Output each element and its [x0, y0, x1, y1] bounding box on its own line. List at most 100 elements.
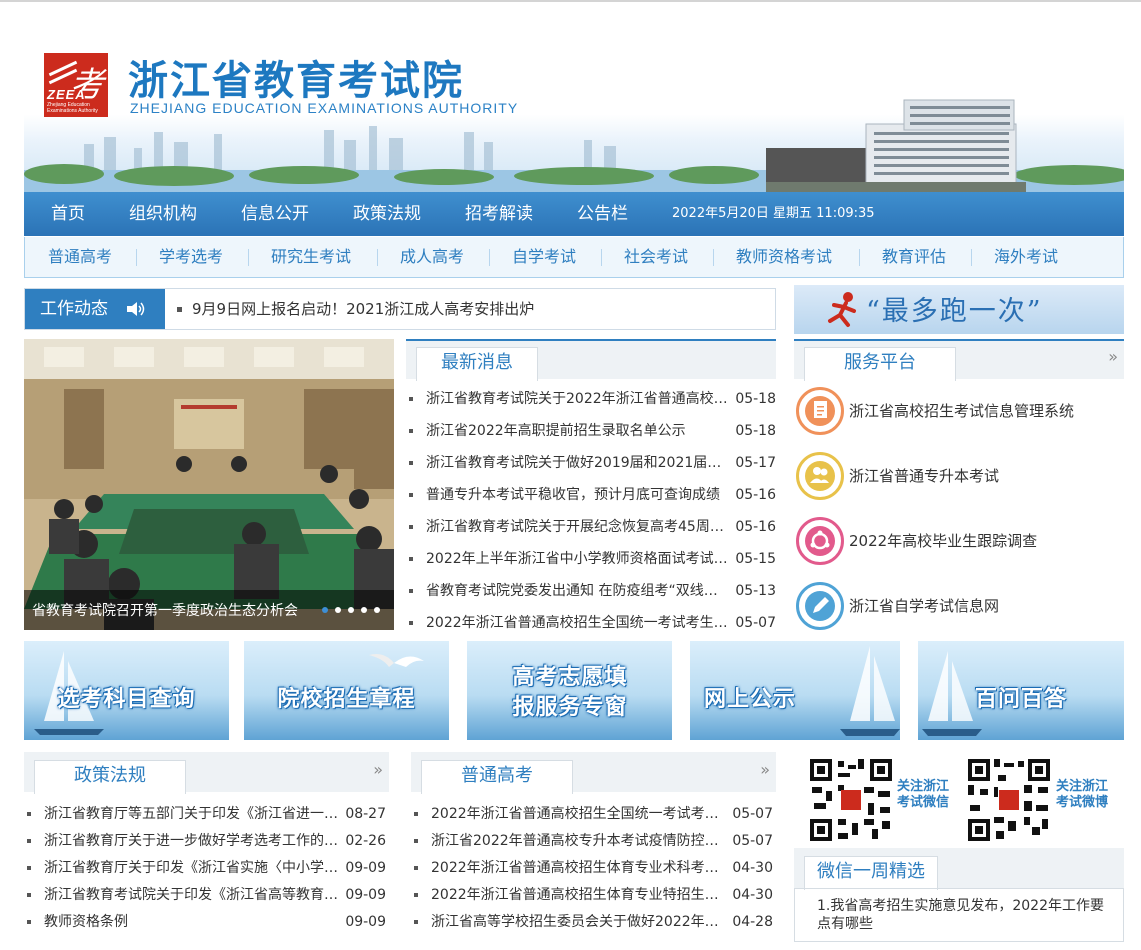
- gaokao-title-link[interactable]: 浙江省高等学校招生委员会关于做好2022年普通高校招生工作的通知: [431, 912, 727, 932]
- nav-policy[interactable]: 政策法规: [353, 192, 421, 236]
- news-date: 05-16: [735, 487, 776, 503]
- bullet: [409, 589, 413, 593]
- policy-title-link[interactable]: 浙江省教育厅等五部门关于印发《浙江省进一步加强中小学生作业管理》的通知: [44, 804, 340, 824]
- gaokao-title-link[interactable]: 2022年浙江省普通高校招生体育专业术科考试安排: [431, 858, 727, 878]
- photo-carousel[interactable]: 省教育考试院召开第一季度政治生态分析会: [24, 339, 394, 630]
- weekly-pick-link[interactable]: 1.我省高考招生实施意见发布，2022年工作要点有哪些: [817, 897, 1117, 933]
- list-item[interactable]: 普通专升本考试平稳收官，预计月底可查询成绩 05-16: [406, 485, 776, 505]
- policy-date: 02-26: [345, 833, 386, 849]
- policy-title-link[interactable]: 浙江省教育厅关于印发《浙江省实施〈中小学教师资格考试〉办法》的通知: [44, 858, 340, 878]
- ticker-link[interactable]: 9月9日网上报名启动！2021浙江成人高考安排出炉: [177, 289, 534, 329]
- list-item[interactable]: 浙江省教育厅关于进一步做好学考选考工作的通知 02-26: [24, 831, 386, 851]
- list-item[interactable]: 浙江省2022年高职提前招生录取名单公示 05-18: [406, 421, 776, 441]
- more-icon[interactable]: »: [373, 760, 383, 779]
- news-date: 05-15: [735, 551, 776, 567]
- carousel-dot[interactable]: [335, 607, 341, 613]
- service-label: 浙江省普通专升本考试: [849, 467, 1000, 485]
- nav-home[interactable]: 首页: [51, 192, 85, 236]
- policy-title[interactable]: 政策法规: [34, 760, 186, 794]
- subnav-gaokao[interactable]: 普通高考: [48, 237, 112, 277]
- service-item-admission-system[interactable]: 浙江省高校招生考试信息管理系统: [794, 382, 1124, 442]
- nav-admission-guide[interactable]: 招考解读: [465, 192, 533, 236]
- list-item[interactable]: 2022年浙江省普通高校招生体育专业特招生专项测试 04-30: [411, 885, 773, 905]
- list-item[interactable]: 教师资格条例 09-09: [24, 912, 386, 932]
- list-item[interactable]: 浙江省教育考试院关于2022年浙江省普通高校招生考试有关工作的通知 05-18: [406, 389, 776, 409]
- service-item-upgrade-exam[interactable]: 浙江省普通专升本考试: [794, 447, 1124, 507]
- gaokao-title-link[interactable]: 2022年浙江省普通高校招生体育专业特招生专项测试: [431, 885, 727, 905]
- subnav-social[interactable]: 社会考试: [624, 237, 688, 277]
- more-icon[interactable]: »: [760, 760, 770, 779]
- carousel-dot[interactable]: [348, 607, 354, 613]
- service-platform-title[interactable]: 服务平台: [804, 347, 956, 381]
- gaokao-title-link[interactable]: 浙江省2022年普通高校专升本考试疫情防控考生须知: [431, 831, 727, 851]
- news-title[interactable]: 普通专升本考试平稳收官，预计月底可查询成绩: [426, 485, 730, 505]
- main-nav: 首页 组织机构 信息公开 政策法规 招考解读 公告栏 2022年5月20日 星期…: [24, 192, 1124, 236]
- subnav-teacher[interactable]: 教师资格考试: [736, 237, 832, 277]
- feature-admission-charter[interactable]: 院校招生章程: [244, 641, 449, 740]
- news-title[interactable]: 浙江省教育考试院关于2022年浙江省普通高校招生考试有关工作的通知: [426, 389, 730, 409]
- users-icon: [796, 452, 844, 500]
- gaokao-title-link[interactable]: 2022年浙江省普通高校招生全国统一考试考生须知: [431, 804, 727, 824]
- list-item[interactable]: 2022年浙江省普通高校招生体育专业术科考试安排 04-30: [411, 858, 773, 878]
- service-item-graduate-survey[interactable]: 2022年高校毕业生跟踪调查: [794, 512, 1124, 572]
- list-item[interactable]: 2022年浙江省普通高校招生全国统一考试考生须知 05-07: [411, 804, 773, 824]
- photo-caption[interactable]: 省教育考试院召开第一季度政治生态分析会: [32, 600, 312, 620]
- skyline-illustration: [24, 99, 1124, 192]
- carousel-dot-active[interactable]: [322, 607, 328, 613]
- news-title[interactable]: 省教育考试院党委发出通知 在防疫组考“双线作战”中: [426, 581, 730, 601]
- bullet: [27, 866, 31, 870]
- feature-label: 网上公示: [703, 687, 796, 712]
- policy-title-link[interactable]: 浙江省教育考试院关于印发《浙江省高等教育自学考试管理》的通知: [44, 885, 340, 905]
- feature-label: 高考志愿填报服务专窗: [512, 665, 628, 720]
- list-item[interactable]: 浙江省教育考试院关于开展纪念恢复高考45周年活动的通知 05-16: [406, 517, 776, 537]
- news-date: 05-18: [735, 423, 776, 439]
- nav-notice-board[interactable]: 公告栏: [577, 192, 628, 236]
- more-icon[interactable]: »: [1108, 347, 1118, 366]
- list-item[interactable]: 2022年浙江省普通高校招生全国统一考试考生须知 05-07: [406, 613, 776, 633]
- list-item[interactable]: 2022年上半年浙江省中小学教师资格面试考试有关事项 05-15: [406, 549, 776, 569]
- service-platform-header: 服务平台 »: [794, 339, 1124, 381]
- weekly-picks-header: 微信一周精选: [794, 848, 1124, 890]
- policy-title-link[interactable]: 浙江省教育厅关于进一步做好学考选考工作的通知: [44, 831, 340, 851]
- latest-news-title[interactable]: 最新消息: [416, 347, 538, 381]
- most-run-banner[interactable]: “最多跑一次”: [794, 285, 1124, 334]
- carousel-dot[interactable]: [374, 607, 380, 613]
- news-title[interactable]: 浙江省教育考试院关于做好2019届和2021届毕业生跟踪调查的通知: [426, 453, 730, 473]
- list-item[interactable]: 浙江省教育厅等五部门关于印发《浙江省进一步加强中小学生作业管理》的通知 08-27: [24, 804, 386, 824]
- list-item[interactable]: 浙江省教育考试院关于印发《浙江省高等教育自学考试管理》的通知 09-09: [24, 885, 386, 905]
- news-title[interactable]: 2022年上半年浙江省中小学教师资格面试考试有关事项: [426, 549, 730, 569]
- news-title[interactable]: 浙江省教育考试院关于开展纪念恢复高考45周年活动的通知: [426, 517, 730, 537]
- list-item[interactable]: 省教育考试院党委发出通知 在防疫组考“双线作战”中 05-13: [406, 581, 776, 601]
- feature-online-notice[interactable]: 网上公示: [690, 641, 900, 740]
- subnav-xuekao[interactable]: 学考选考: [159, 237, 223, 277]
- bullet: [414, 920, 418, 924]
- gaokao-date: 04-28: [732, 914, 773, 930]
- feature-volunteer-window[interactable]: 高考志愿填报服务专窗: [467, 641, 672, 740]
- header-banner: 考 ZEEA Zhejiang Education Examinations A…: [24, 20, 1124, 192]
- list-item[interactable]: 浙江省2022年普通高校专升本考试疫情防控考生须知 05-07: [411, 831, 773, 851]
- list-item[interactable]: 浙江省教育厅关于印发《浙江省实施〈中小学教师资格考试〉办法》的通知 09-09: [24, 858, 386, 878]
- nav-organization[interactable]: 组织机构: [129, 192, 197, 236]
- feature-subject-query[interactable]: 选考科目查询: [24, 641, 229, 740]
- subnav-adult[interactable]: 成人高考: [400, 237, 464, 277]
- subnav-graduate[interactable]: 研究生考试: [271, 237, 351, 277]
- list-item[interactable]: 浙江省高等学校招生委员会关于做好2022年普通高校招生工作的通知 04-28: [411, 912, 773, 932]
- list-item[interactable]: 浙江省教育考试院关于做好2019届和2021届毕业生跟踪调查的通知 05-17: [406, 453, 776, 473]
- wechat-qr-caption[interactable]: 关注浙江 考试微信: [897, 779, 949, 811]
- gaokao-title[interactable]: 普通高考: [421, 760, 573, 794]
- news-title[interactable]: 浙江省2022年高职提前招生录取名单公示: [426, 421, 730, 441]
- service-item-self-study-net[interactable]: 浙江省自学考试信息网: [794, 577, 1124, 637]
- service-label: 浙江省自学考试信息网: [849, 597, 1000, 615]
- subnav-self-study[interactable]: 自学考试: [512, 237, 576, 277]
- carousel-dot[interactable]: [361, 607, 367, 613]
- subnav-evaluation[interactable]: 教育评估: [882, 237, 946, 277]
- weibo-qr-caption[interactable]: 关注浙江 考试微博: [1056, 779, 1108, 811]
- news-title[interactable]: 2022年浙江省普通高校招生全国统一考试考生须知: [426, 613, 730, 633]
- weekly-picks-title[interactable]: 微信一周精选: [804, 856, 938, 890]
- feature-faq[interactable]: 百问百答: [918, 641, 1124, 740]
- policy-date: 09-09: [345, 860, 386, 876]
- cycle-icon: [796, 517, 844, 565]
- policy-title-link[interactable]: 教师资格条例: [44, 912, 340, 932]
- subnav-overseas[interactable]: 海外考试: [994, 237, 1058, 277]
- nav-info-disclosure[interactable]: 信息公开: [241, 192, 309, 236]
